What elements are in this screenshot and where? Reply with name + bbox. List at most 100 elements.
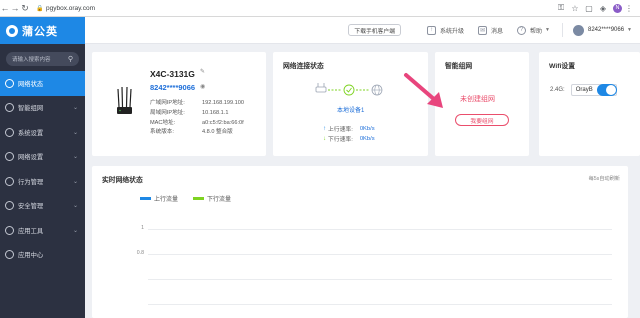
info-value: 10.168.1.1: [202, 109, 229, 116]
download-app-button[interactable]: 下载手机客户端: [348, 24, 401, 36]
sidebar-item-label: 应用中心: [18, 252, 44, 260]
star-icon[interactable]: ☆: [568, 4, 582, 13]
y-tick: 0.8: [136, 250, 144, 256]
refresh-note: 每5s自动刷新: [588, 176, 620, 182]
card-title: 实时网络状态: [102, 177, 143, 184]
upgrade-label: 系统升级: [440, 28, 465, 35]
sidebar-item-system-settings[interactable]: 系统设置 ⌄: [0, 120, 85, 145]
chart-legend: 上行流量 下行流量: [140, 194, 246, 203]
card-title: Wifi设置: [549, 63, 575, 70]
smart-network-card: 智能组网 未创建组网 我要组网: [435, 52, 529, 156]
upload-label: 上行速率:: [328, 127, 353, 133]
bell-icon: ✉: [478, 25, 488, 35]
sidebar-item-smart-network[interactable]: 智能组网 ⌄: [0, 96, 85, 121]
info-key: 广域网IP地址:: [150, 100, 185, 106]
wifi-band-label: 2.4G:: [550, 87, 565, 93]
sidebar-item-label: 安全管理: [18, 203, 44, 211]
search-placeholder: 请输入搜索内容: [12, 57, 51, 63]
app-center-icon: [5, 250, 14, 260]
chevron-down-icon: ⌄: [72, 203, 78, 210]
grid-line: [148, 304, 612, 305]
legend-swatch: [193, 197, 205, 200]
legend-upload[interactable]: 上行流量: [140, 194, 178, 203]
y-tick: 1: [141, 225, 144, 231]
wifi-band-row: 2.4G: OrayB: [550, 84, 617, 96]
wifi-toggle[interactable]: [596, 84, 617, 96]
info-key: 系统版本:: [150, 129, 174, 136]
brand-name: 蒲公英: [22, 25, 58, 38]
grid-line: [148, 229, 612, 230]
annotation-arrow-icon: [404, 73, 443, 108]
divider: [562, 23, 563, 37]
eye-icon[interactable]: ◉: [200, 83, 205, 90]
arrow-down-icon: ↓: [323, 135, 326, 142]
info-value: 192.168.199.100: [202, 100, 244, 106]
key-icon[interactable]: ⚿: [554, 3, 568, 13]
user-menu[interactable]: 8242****9066 ▼: [573, 24, 632, 36]
info-key: MAC地址:: [150, 119, 176, 126]
browser-menu-icon[interactable]: ⋮: [622, 4, 636, 13]
upload-speed: ↑ 上行速率: 0Kb/s: [323, 124, 375, 134]
create-network-button[interactable]: 我要组网: [455, 114, 509, 126]
sidebar-menu: 网络状态 智能组网 ⌄ 系统设置 ⌄ 网络设置 ⌄ 行为管理 ⌄ 安全管理 ⌄: [0, 71, 85, 267]
sidebar-item-label: 系统设置: [18, 129, 44, 137]
back-icon[interactable]: ←: [0, 1, 10, 15]
device-name: X4C-3131G: [150, 69, 195, 79]
legend-download[interactable]: 下行流量: [193, 194, 231, 203]
help-label: 帮助: [530, 28, 543, 35]
forward-icon[interactable]: →: [10, 1, 20, 15]
sidebar-item-app-center[interactable]: 应用中心: [0, 243, 85, 268]
sidebar-item-label: 网络状态: [18, 80, 44, 88]
network-settings-icon: [5, 152, 14, 162]
chevron-down-icon: ⌄: [72, 105, 78, 112]
lock-icon: 🔒: [36, 5, 44, 12]
sidebar-item-label: 行为管理: [18, 178, 44, 186]
brand[interactable]: 蒲公英: [0, 17, 85, 44]
local-device-link[interactable]: 本地设备1: [337, 105, 364, 114]
avatar: [573, 24, 584, 36]
chevron-down-icon: ⌄: [72, 129, 78, 136]
arrow-up-icon: ↑: [323, 125, 326, 132]
sidebar-item-network-status[interactable]: 网络状态: [0, 71, 85, 96]
empty-message: 未创建组网: [460, 96, 495, 103]
info-row: 局域网IP地址: 10.168.1.1: [150, 109, 244, 119]
wifi-card: Wifi设置 2.4G: OrayB: [539, 52, 640, 156]
logo-icon: [6, 24, 18, 37]
sidebar-item-behavior[interactable]: 行为管理 ⌄: [0, 169, 85, 194]
search-icon[interactable]: ⚲: [68, 55, 73, 63]
info-row: 广域网IP地址: 192.168.199.100: [150, 99, 244, 109]
messages-button[interactable]: ✉ 消息: [478, 25, 503, 35]
url-text: pgybox.oray.com: [46, 4, 96, 12]
sidebar-item-security[interactable]: 安全管理 ⌄: [0, 194, 85, 219]
chevron-down-icon: ▼: [627, 27, 632, 33]
grid-line: [148, 279, 612, 280]
extension2-icon[interactable]: ◈: [596, 4, 610, 13]
edit-icon[interactable]: ✎: [200, 68, 205, 75]
legend-label: 上行流量: [154, 197, 179, 203]
system-settings-icon: [5, 127, 14, 137]
shield-icon: [5, 201, 14, 211]
address-bar[interactable]: 🔒 pgybox.oray.com: [36, 2, 502, 14]
device-card: X4C-3131G ✎ 8242****9066 ◉ 广域网IP地址: 192.1…: [92, 52, 266, 156]
device-id: 8242****9066: [150, 83, 196, 92]
sidebar-item-label: 智能组网: [18, 105, 44, 113]
network-diagram-icon: [315, 83, 383, 96]
search-input[interactable]: 请输入搜索内容 ⚲: [6, 52, 79, 66]
sidebar-item-network-settings[interactable]: 网络设置 ⌄: [0, 145, 85, 170]
system-upgrade-button[interactable]: ↑ 系统升级: [427, 25, 465, 35]
behavior-icon: [5, 176, 14, 186]
sidebar: 蒲公英 请输入搜索内容 ⚲ 网络状态 智能组网 ⌄ 系统设置 ⌄ 网络设置 ⌄ …: [0, 17, 85, 318]
reload-icon[interactable]: ↻: [20, 1, 30, 15]
chevron-down-icon: ⌄: [72, 178, 78, 185]
profile-avatar[interactable]: N: [613, 3, 622, 13]
download-label: 下行速率:: [328, 137, 353, 143]
sidebar-item-tools[interactable]: 应用工具 ⌄: [0, 218, 85, 243]
sidebar-item-label: 应用工具: [18, 227, 44, 235]
wifi-ssid-field[interactable]: OrayB: [570, 84, 617, 96]
help-button[interactable]: ? 帮助 ▼: [517, 25, 550, 35]
download-speed: ↓ 下行速率: 0Kb/s: [323, 134, 375, 144]
card-title: 网络连接状态: [283, 63, 324, 70]
extension-icon[interactable]: ▢: [582, 4, 596, 13]
chevron-down-icon: ⌄: [72, 227, 78, 234]
upgrade-icon: ↑: [427, 25, 436, 35]
